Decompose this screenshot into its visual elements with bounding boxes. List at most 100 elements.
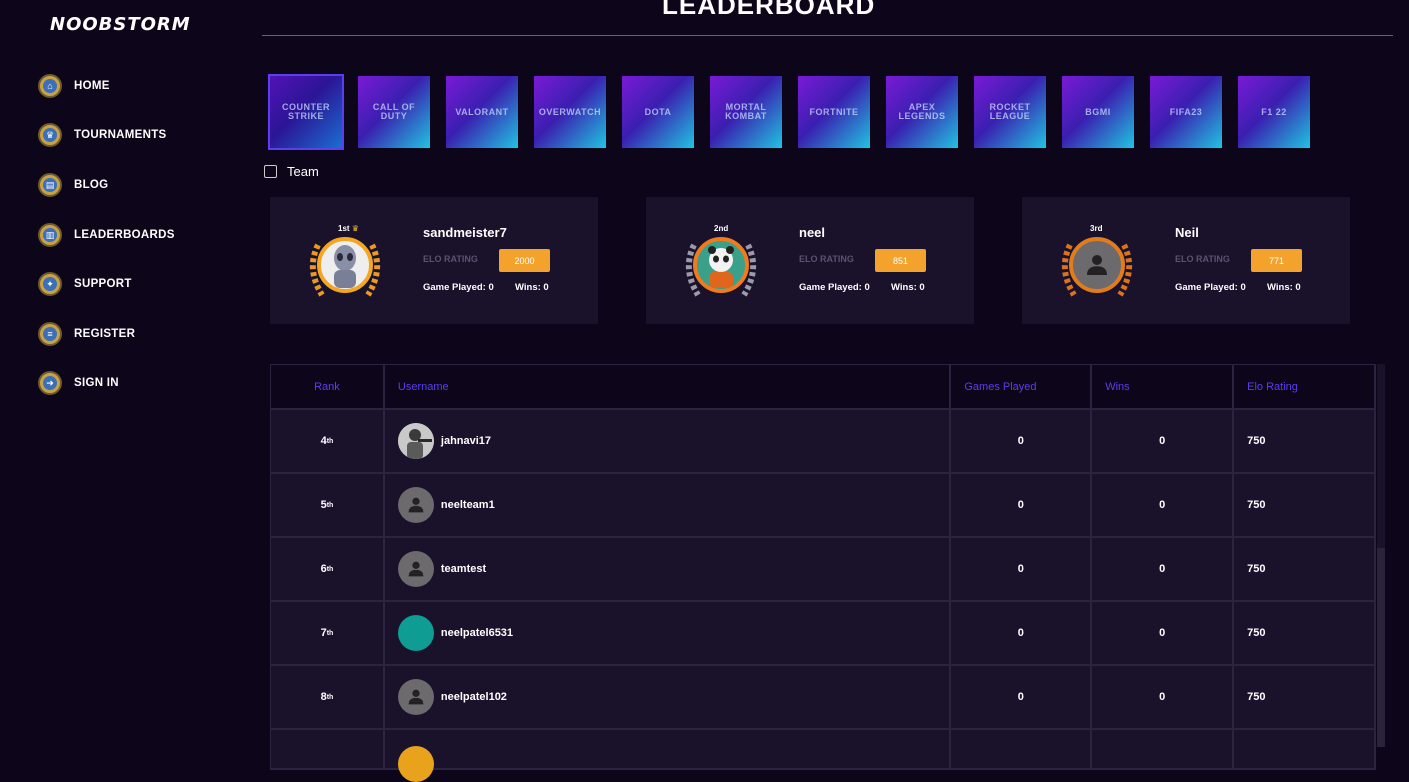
- header-elo-rating[interactable]: Elo Rating: [1234, 365, 1376, 410]
- game-tile-call-of-duty[interactable]: CALL OF DUTY: [358, 76, 430, 148]
- table-row[interactable]: [270, 730, 1376, 782]
- place-label: 3rd: [1090, 224, 1103, 233]
- home-icon: ⌂: [38, 74, 62, 98]
- wins-count: Wins: 0: [515, 282, 549, 293]
- sidebar-item-tournaments[interactable]: ♛ TOURNAMENTS: [38, 122, 167, 148]
- game-tile-bgmi[interactable]: BGMI: [1062, 76, 1134, 148]
- game-tile-counter-strike[interactable]: COUNTER STRIKE: [268, 74, 344, 150]
- game-tile-fifa23[interactable]: FIFA23: [1150, 76, 1222, 148]
- sidebar-item-blog[interactable]: ▤ BLOG: [38, 172, 108, 198]
- elo-badge: 771: [1251, 249, 1302, 272]
- username-cell: neelteam1: [384, 474, 952, 538]
- games-played-cell: 0: [951, 538, 1093, 602]
- game-tile-fortnite[interactable]: FORTNITE: [798, 76, 870, 148]
- wins-cell: [1092, 730, 1235, 770]
- table-row[interactable]: 4th jahnavi17 0 0 750: [270, 410, 1376, 474]
- default-user-icon: [408, 689, 424, 705]
- header-username[interactable]: Username: [384, 365, 952, 410]
- rank-cell: 7th: [271, 602, 385, 666]
- username-cell: neelpatel102: [384, 666, 952, 730]
- table-row[interactable]: 7th neelpatel6531 0 0 750: [270, 602, 1376, 666]
- sidebar-item-leaderboards[interactable]: ▥ LEADERBOARDS: [38, 222, 175, 248]
- team-filter[interactable]: Team: [264, 164, 319, 179]
- game-tile-valorant[interactable]: VALORANT: [446, 76, 518, 148]
- wins-cell: 0: [1092, 410, 1235, 474]
- table-row[interactable]: 6th teamtest 0 0 750: [270, 538, 1376, 602]
- sidebar-item-label: BLOG: [74, 179, 109, 191]
- game-selector: COUNTER STRIKE CALL OF DUTY VALORANT OVE…: [268, 74, 1310, 150]
- support-icon: ✦: [38, 272, 62, 296]
- username-cell: teamtest: [384, 538, 952, 602]
- elo-cell: 750: [1234, 602, 1376, 666]
- podium-card-third: 3rd Neil ELO RATING 771 Game Played: 0 W…: [1022, 197, 1350, 324]
- games-played: Game Played: 0: [423, 282, 494, 293]
- avatar: [397, 487, 434, 523]
- table-row[interactable]: 5th neelteam1 0 0 750: [270, 474, 1376, 538]
- podium-username: Neil: [1175, 225, 1199, 240]
- games-played-cell: 0: [951, 666, 1093, 730]
- avatar: [397, 551, 434, 587]
- games-played-cell: [951, 730, 1093, 770]
- table-row[interactable]: 8th neelpatel102 0 0 750: [270, 666, 1376, 730]
- place-label: 1st ♛: [338, 224, 359, 233]
- blog-icon: ▤: [38, 173, 62, 197]
- username-text[interactable]: teamtest: [441, 563, 486, 575]
- username-text[interactable]: neelpatel6531: [441, 627, 513, 639]
- username-text[interactable]: neelpatel102: [441, 691, 507, 703]
- wins-cell: 0: [1092, 538, 1235, 602]
- trophy-icon: ♛: [38, 123, 62, 147]
- rank-cell: 6th: [271, 538, 385, 602]
- sidebar-item-register[interactable]: ≡ REGISTER: [38, 321, 135, 347]
- crown-icon: ♛: [351, 224, 359, 233]
- games-played: Game Played: 0: [1175, 282, 1246, 293]
- podium-username: neel: [799, 225, 826, 240]
- header-games-played[interactable]: Games Played: [951, 365, 1093, 410]
- elo-badge: 2000: [499, 249, 550, 272]
- username-text[interactable]: jahnavi17: [441, 435, 491, 447]
- wins-count: Wins: 0: [891, 282, 925, 293]
- game-tile-apex-legends[interactable]: APEX LEGENDS: [886, 76, 958, 148]
- noobstorm-logo[interactable]: NOOBSTORM: [50, 14, 191, 35]
- panda-avatar-icon: [708, 246, 734, 288]
- username-text[interactable]: neelteam1: [441, 499, 495, 511]
- team-label: Team: [287, 164, 319, 179]
- elo-badge: 851: [875, 249, 926, 272]
- podium-card-first: 1st ♛ sandmeister7 ELO RATING 2000 Game …: [270, 197, 598, 324]
- team-checkbox[interactable]: [264, 165, 277, 178]
- page-title: LEADERBOARD: [662, 0, 876, 20]
- sidebar-item-support[interactable]: ✦ SUPPORT: [38, 271, 132, 297]
- podium-username: sandmeister7: [423, 225, 507, 240]
- rank-cell: 5th: [271, 474, 385, 538]
- elo-cell: 750: [1234, 538, 1376, 602]
- sidebar-item-sign-in[interactable]: ➜ SIGN IN: [38, 370, 119, 396]
- game-tile-dota[interactable]: DOTA: [622, 76, 694, 148]
- avatar: [397, 746, 434, 782]
- table-header: Rank Username Games Played Wins Elo Rati…: [270, 364, 1376, 410]
- podium-card-second: 2nd neel ELO RATING 851 Game Played: 0 W…: [646, 197, 974, 324]
- wins-cell: 0: [1092, 666, 1235, 730]
- title-divider: [262, 35, 1393, 36]
- elo-label: ELO RATING: [799, 254, 854, 264]
- player-photo-icon: [397, 423, 434, 459]
- wins-count: Wins: 0: [1267, 282, 1301, 293]
- sidebar-item-home[interactable]: ⌂ HOME: [38, 73, 110, 99]
- avatar: [317, 237, 373, 293]
- game-tile-overwatch[interactable]: OVERWATCH: [534, 76, 606, 148]
- header-wins[interactable]: Wins: [1092, 365, 1235, 410]
- game-tile-mortal-kombat[interactable]: MORTAL KOMBAT: [710, 76, 782, 148]
- sidebar-item-label: REGISTER: [74, 328, 136, 340]
- header-rank[interactable]: Rank: [271, 365, 385, 410]
- avatar: [397, 679, 434, 715]
- main-content: LEADERBOARD COUNTER STRIKE CALL OF DUTY …: [232, 0, 1409, 782]
- place-label: 2nd: [714, 224, 729, 233]
- sidebar-item-label: HOME: [74, 80, 110, 92]
- game-tile-f1-22[interactable]: F1 22: [1238, 76, 1310, 148]
- username-cell: [384, 730, 952, 782]
- username-cell: neelpatel6531: [384, 602, 952, 666]
- rank-cell: 4th: [271, 410, 385, 474]
- game-tile-rocket-league[interactable]: ROCKET LEAGUE: [974, 76, 1046, 148]
- leaderboard-table: Rank Username Games Played Wins Elo Rati…: [270, 364, 1376, 782]
- elo-label: ELO RATING: [1175, 254, 1230, 264]
- elo-cell: 750: [1234, 474, 1376, 538]
- scrollbar-thumb[interactable]: [1377, 548, 1385, 747]
